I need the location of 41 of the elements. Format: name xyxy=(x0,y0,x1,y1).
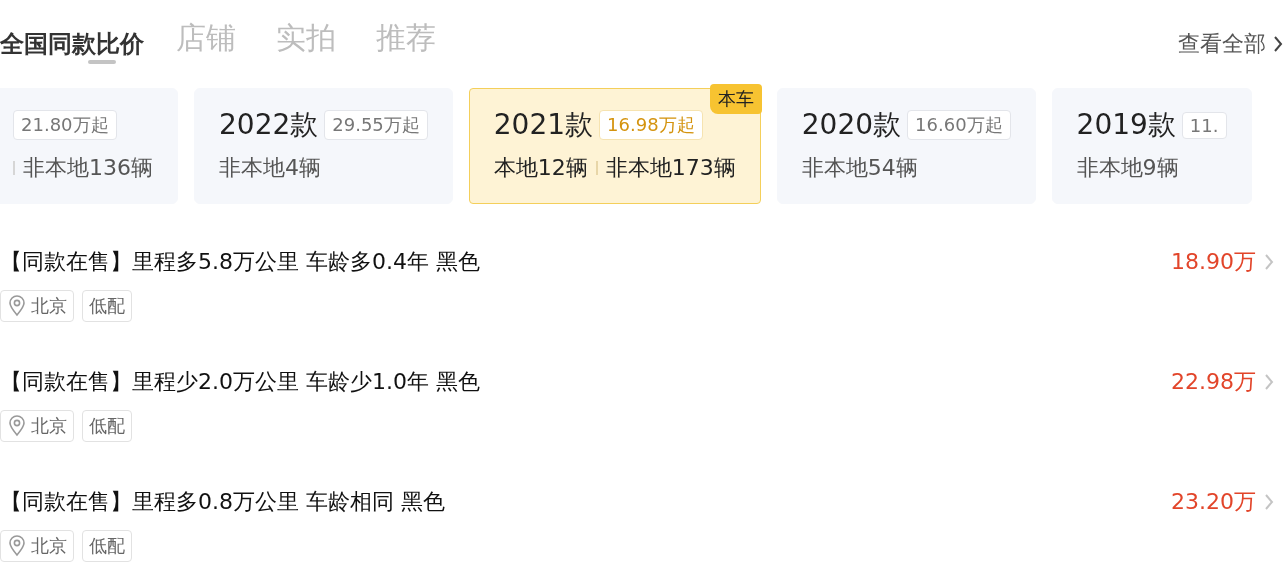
view-all-link[interactable]: 查看全部 xyxy=(1178,28,1284,60)
local-count: 本地12辆 xyxy=(493,154,588,182)
listing-price: 23.20万 xyxy=(1171,488,1256,516)
listing-title[interactable]: 【同款在售】里程少2.0万公里 车龄少1.0年 黑色 xyxy=(0,367,480,397)
section-heading: 全国同款比价 xyxy=(0,29,144,60)
starting-price: 16.98万起 xyxy=(599,110,703,140)
chevron-right-icon xyxy=(1264,252,1274,272)
nonlocal-count: 非本地54辆 xyxy=(801,154,918,182)
model-year: 2020款 xyxy=(801,107,902,143)
starting-price: 21.80万起 xyxy=(13,110,117,140)
listing-price: 22.98万 xyxy=(1171,368,1256,396)
model-year-card[interactable]: 2019款 11. 非本地9辆 xyxy=(1051,88,1252,204)
listing-title[interactable]: 【同款在售】里程多5.8万公里 车龄多0.4年 黑色 xyxy=(0,247,480,277)
nonlocal-count: 非本地9辆 xyxy=(1076,154,1179,182)
nonlocal-count: 非本地136辆 xyxy=(23,154,153,182)
model-year: 2022款 xyxy=(219,107,319,143)
location-pin-icon xyxy=(7,415,27,437)
model-year-card[interactable]: 2022款 29.55万起 非本地4辆 xyxy=(194,88,453,204)
current-car-badge: 本车 xyxy=(709,84,762,114)
starting-price: 29.55万起 xyxy=(324,110,428,140)
location-tag: 北京 xyxy=(0,290,74,322)
location-pin-icon xyxy=(7,295,27,317)
listing-title[interactable]: 【同款在售】里程多0.8万公里 车龄相同 黑色 xyxy=(0,487,445,517)
trim-tag: 低配 xyxy=(82,410,132,442)
trim-tag: 低配 xyxy=(82,290,132,322)
location-pin-icon xyxy=(7,535,27,557)
starting-price: 11. xyxy=(1181,111,1227,139)
chevron-right-icon xyxy=(1272,34,1284,54)
model-year-card[interactable]: 21.80万起 非本地136辆 xyxy=(0,88,178,204)
starting-price: 16.60万起 xyxy=(907,110,1011,140)
listing-price: 18.90万 xyxy=(1171,248,1256,276)
chevron-right-icon xyxy=(1264,372,1274,392)
chevron-right-icon xyxy=(1264,492,1274,512)
model-year-card[interactable]: 2020款 16.60万起 非本地54辆 xyxy=(776,88,1036,204)
model-year: 2019款 xyxy=(1076,107,1176,143)
model-year: 2021款 xyxy=(493,107,594,143)
nonlocal-count: 非本地4辆 xyxy=(219,154,321,182)
trim-tag: 低配 xyxy=(82,530,132,562)
nonlocal-count: 非本地173辆 xyxy=(605,154,736,182)
location-tag: 北京 xyxy=(0,530,74,562)
location-tag: 北京 xyxy=(0,410,74,442)
